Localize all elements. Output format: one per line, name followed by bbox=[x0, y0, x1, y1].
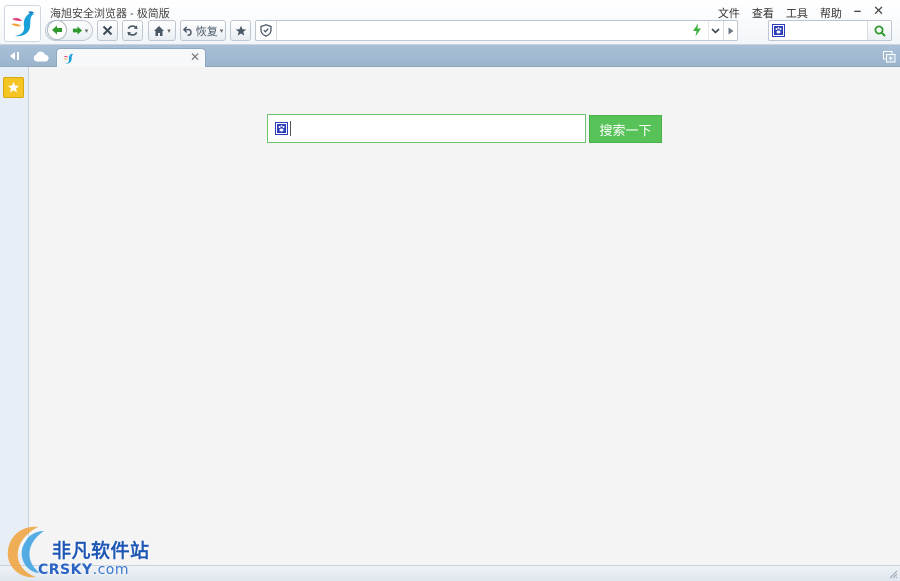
arrow-left-icon bbox=[52, 25, 62, 35]
address-bar bbox=[255, 20, 738, 41]
cloud-sync-button[interactable] bbox=[31, 48, 51, 64]
paw-icon bbox=[275, 122, 288, 135]
tab-strip: ✕ bbox=[0, 45, 900, 68]
resize-grip-icon[interactable] bbox=[888, 569, 898, 579]
favorites-sidebar-button[interactable] bbox=[3, 77, 24, 98]
app-logo[interactable] bbox=[4, 5, 41, 42]
chevron-down-icon bbox=[711, 27, 720, 34]
close-x-icon bbox=[102, 25, 113, 36]
toolbar-search-box bbox=[768, 20, 892, 41]
restore-dropdown-caret: ▾ bbox=[219, 27, 224, 35]
magnifier-icon bbox=[874, 25, 886, 37]
tab-active[interactable]: ✕ bbox=[56, 48, 206, 68]
back-forward-group: ▾ bbox=[45, 20, 93, 41]
home-search-input[interactable] bbox=[294, 118, 579, 139]
restore-label: 恢复 bbox=[195, 25, 218, 38]
refresh-icon bbox=[127, 25, 138, 36]
paw-icon[interactable] bbox=[772, 24, 785, 37]
address-history-dropdown[interactable] bbox=[708, 21, 722, 40]
browser-logo-icon bbox=[11, 11, 34, 37]
tab-close-button[interactable]: ✕ bbox=[190, 50, 200, 64]
stop-button[interactable] bbox=[97, 20, 118, 41]
play-triangle-icon bbox=[728, 27, 734, 34]
window-list-button[interactable] bbox=[881, 49, 897, 64]
window-title: 海旭安全浏览器 - 极简版 bbox=[50, 8, 170, 20]
toolbar-search-button[interactable] bbox=[867, 21, 891, 40]
home-icon bbox=[154, 25, 165, 36]
favorite-button[interactable] bbox=[230, 20, 251, 41]
star-icon bbox=[7, 81, 20, 93]
security-shield-button[interactable] bbox=[256, 21, 277, 40]
undo-icon bbox=[182, 26, 192, 36]
watermark-en-brand: CRSKY bbox=[38, 562, 93, 578]
watermark-en-text: CRSKY.com bbox=[38, 562, 129, 578]
go-button[interactable] bbox=[723, 21, 738, 40]
refresh-button[interactable] bbox=[122, 20, 143, 41]
address-input[interactable] bbox=[278, 22, 688, 39]
collapse-sidebar-icon bbox=[10, 52, 19, 60]
home-search-box bbox=[267, 114, 586, 143]
left-sidebar bbox=[0, 67, 29, 567]
page-content: 搜索一下 bbox=[29, 67, 900, 565]
watermark-en-suffix: .com bbox=[92, 562, 129, 578]
restore-button[interactable]: 恢复 ▾ bbox=[180, 20, 226, 41]
cloud-icon bbox=[33, 51, 49, 61]
toolbar-search-input[interactable] bbox=[789, 22, 867, 39]
windows-stack-icon bbox=[882, 50, 895, 62]
arrow-right-icon bbox=[72, 26, 82, 35]
sidebar-toggle-button[interactable] bbox=[5, 48, 23, 64]
text-caret bbox=[290, 121, 291, 136]
home-button[interactable]: ▾ bbox=[148, 20, 176, 41]
shield-icon bbox=[260, 24, 272, 37]
back-button[interactable] bbox=[47, 20, 67, 40]
lightning-bolt-icon[interactable] bbox=[692, 23, 702, 37]
watermark-logo: 非凡软件站 CRSKY.com bbox=[0, 521, 165, 581]
forward-dropdown-caret[interactable]: ▾ bbox=[85, 27, 89, 35]
home-dropdown-caret: ▾ bbox=[167, 27, 171, 35]
forward-button[interactable]: ▾ bbox=[69, 22, 91, 39]
watermark-cn-text: 非凡软件站 bbox=[52, 540, 150, 562]
title-toolbar-area: 海旭安全浏览器 - 极简版 文件 查看 工具 帮助 – ✕ ▾ ▾ 恢复 ▾ bbox=[0, 0, 900, 45]
home-search-button[interactable]: 搜索一下 bbox=[589, 115, 662, 143]
tab-favicon-icon bbox=[63, 53, 74, 64]
star-icon bbox=[235, 25, 246, 36]
